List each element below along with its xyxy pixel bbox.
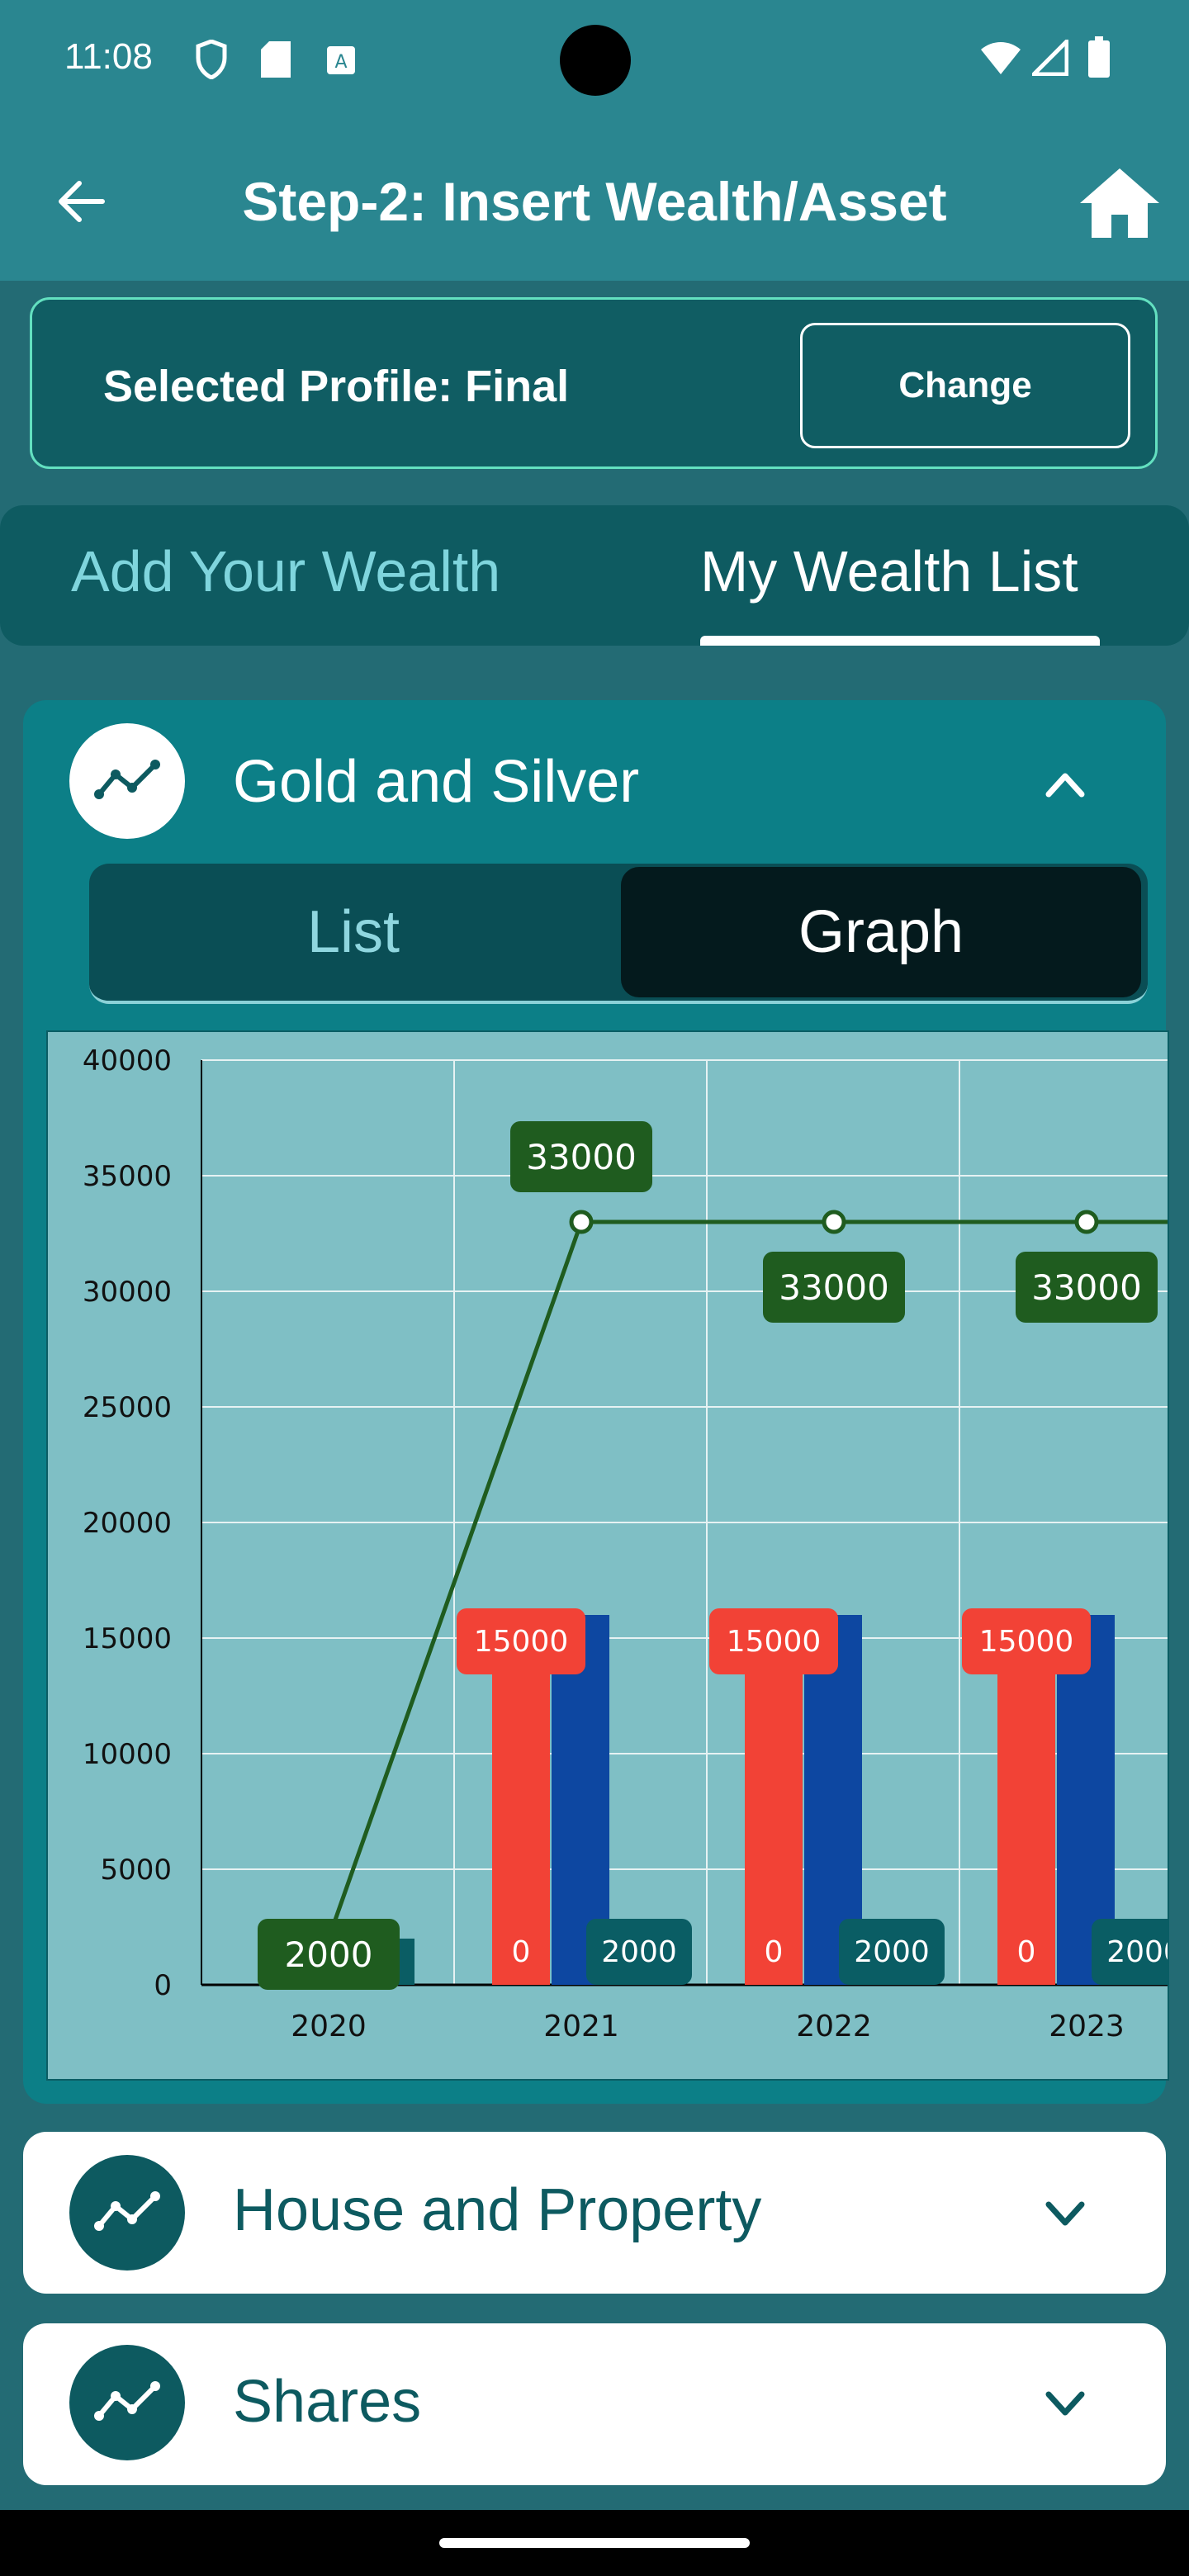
data-label-red: 15000 (727, 1625, 822, 1659)
line-point (569, 1210, 594, 1234)
tab-add-your-wealth[interactable]: Add Your Wealth (71, 538, 500, 604)
data-label-bottom: 0 (765, 1935, 784, 1969)
chevron-down-icon[interactable] (1044, 2200, 1087, 2229)
chevron-up-icon[interactable] (1044, 769, 1087, 799)
home-icon[interactable] (1078, 167, 1161, 239)
bar-red (492, 1638, 550, 1985)
bar-red (997, 1638, 1055, 1985)
line-point (1074, 1210, 1099, 1234)
x-tick-label: 2022 (796, 2010, 872, 2043)
change-profile-button[interactable]: Change (800, 323, 1130, 448)
view-toggle: List Graph (89, 864, 1148, 1004)
data-label-red: 15000 (474, 1625, 569, 1659)
line-point (822, 1210, 846, 1234)
status-time: 11:08 (64, 36, 153, 77)
active-tab-indicator (700, 636, 1100, 646)
data-label-teal: 2000 (1106, 1935, 1168, 1969)
data-label-line: 33000 (1031, 1267, 1142, 1308)
y-tick-label: 0 (154, 1969, 172, 2002)
house-property-title: House and Property (233, 2177, 762, 2243)
y-tick-label: 35000 (83, 1160, 172, 1193)
chevron-down-icon[interactable] (1044, 2389, 1087, 2419)
chart-svg: 0500010000150002000025000300003500040000… (83, 1044, 1189, 2043)
x-tick-label: 2020 (291, 2010, 367, 2043)
gesture-handle[interactable] (439, 2538, 750, 2548)
data-label-line: 33000 (779, 1267, 889, 1308)
data-label-teal: 2000 (854, 1935, 930, 1969)
y-tick-label: 5000 (100, 1854, 172, 1887)
graph-view-toggle[interactable]: Graph (621, 867, 1141, 997)
shares-icon-circle (69, 2345, 185, 2460)
data-label-red: 15000 (979, 1625, 1074, 1659)
camera-cutout (560, 25, 631, 96)
house-property-card[interactable]: House and Property (23, 2132, 1166, 2294)
data-label-bottom: 0 (1017, 1935, 1036, 1969)
selected-profile-card: Selected Profile: Final Change (30, 297, 1158, 469)
y-tick-label: 20000 (83, 1507, 172, 1540)
svg-text:A: A (334, 52, 347, 73)
panel-title: Gold and Silver (233, 749, 640, 815)
selected-profile-label: Selected Profile: Final (103, 362, 570, 411)
a-icon: A (327, 46, 355, 74)
house-property-icon-circle (69, 2155, 185, 2271)
y-tick-label: 40000 (83, 1044, 172, 1077)
x-tick-label: 2023 (1049, 2010, 1125, 2043)
trend-line-icon (94, 2381, 160, 2421)
gold-silver-icon-circle (69, 723, 185, 839)
y-tick-label: 30000 (83, 1276, 172, 1309)
y-tick-label: 25000 (83, 1391, 172, 1424)
back-arrow-icon[interactable] (54, 175, 107, 228)
tab-my-wealth-list[interactable]: My Wealth List (700, 538, 1078, 604)
data-label-teal: 2000 (601, 1935, 677, 1969)
wealth-tabs: Add Your Wealth My Wealth List (0, 505, 1189, 646)
signal-icon (1032, 40, 1068, 76)
trend-line-icon (94, 2191, 160, 2231)
trend-line-icon (94, 760, 160, 799)
status-bar: 11:08 A (0, 0, 1189, 124)
battery-icon (1088, 36, 1110, 78)
navigation-bar (0, 2510, 1189, 2576)
wifi-icon (981, 42, 1021, 74)
shares-card[interactable]: Shares (23, 2323, 1166, 2485)
list-view-toggle[interactable]: List (89, 864, 618, 1001)
x-tick-label: 2021 (543, 2010, 619, 2043)
wealth-chart: 0 5000 10000 15000 20000 25000 30000 35000 40000… (46, 1030, 1189, 2081)
data-label-line: 2000 (285, 1934, 373, 1975)
data-label-bottom: 0 (512, 1935, 531, 1969)
y-tick-label: 15000 (83, 1622, 172, 1655)
sd-card-icon (261, 41, 291, 78)
app-bar: Step-2: Insert Wealth/Asset (0, 124, 1189, 281)
shield-icon (196, 40, 227, 79)
data-label-line: 33000 (526, 1137, 637, 1177)
shares-title: Shares (233, 2369, 422, 2435)
page-title: Step-2: Insert Wealth/Asset (242, 171, 947, 232)
bar-red (745, 1638, 803, 1985)
y-tick-label: 10000 (83, 1738, 172, 1771)
